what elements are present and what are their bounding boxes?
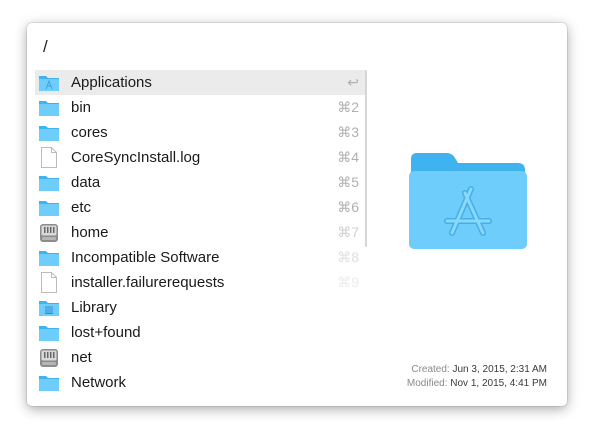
shortcut-label: ⌘3	[337, 124, 359, 140]
list-item-label: data	[71, 174, 101, 191]
network-drive-icon	[38, 222, 60, 244]
list-item-label: home	[71, 224, 109, 241]
list-item-label: lost+found	[71, 324, 141, 341]
list-item-lost-found[interactable]: lost+found	[35, 320, 365, 345]
results-list: Applications ↩ bin ⌘2 cores ⌘3 CoreSyncI…	[35, 70, 365, 395]
modified-row: Modified: Nov 1, 2015, 4:41 PM	[407, 377, 547, 391]
folder-icon	[38, 197, 60, 219]
list-item-etc[interactable]: etc ⌘6	[35, 195, 365, 220]
scrollbar[interactable]	[365, 70, 367, 247]
list-item-label: net	[71, 349, 92, 366]
list-item-home[interactable]: home ⌘7	[35, 220, 365, 245]
list-item-label: Network	[71, 374, 127, 391]
folder-icon	[38, 122, 60, 144]
search-query[interactable]: /	[43, 37, 48, 57]
list-item-label: bin	[71, 99, 92, 116]
shortcut-label: ⌘6	[337, 199, 359, 215]
list-item-net[interactable]: net	[35, 345, 365, 370]
shortcut-label: ⌘7	[337, 224, 359, 240]
preview-applications-folder-icon	[407, 151, 529, 251]
list-item-library[interactable]: Library	[35, 295, 365, 320]
created-row: Created: Jun 3, 2015, 2:31 AM	[407, 363, 547, 377]
shortcut-label: ⌘2	[337, 99, 359, 115]
return-key-shortcut: ↩	[347, 74, 359, 90]
folder-icon	[38, 172, 60, 194]
library-folder-icon	[38, 297, 60, 319]
list-item-cores[interactable]: cores ⌘3	[35, 120, 365, 145]
list-item-label: Applications	[71, 74, 152, 91]
document-icon	[38, 147, 60, 169]
folder-icon	[38, 97, 60, 119]
shortcut-label: ⌘4	[337, 149, 359, 165]
list-item-bin[interactable]: bin ⌘2	[35, 95, 365, 120]
modified-value: Nov 1, 2015, 4:41 PM	[450, 378, 547, 389]
created-value: Jun 3, 2015, 2:31 AM	[452, 364, 547, 375]
modified-label: Modified:	[406, 378, 448, 389]
network-drive-icon	[38, 347, 60, 369]
shortcut-label: ⌘5	[337, 174, 359, 190]
list-item-data[interactable]: data ⌘5	[35, 170, 365, 195]
list-item-label: CoreSyncInstall.log	[71, 149, 201, 166]
shortcut-label: ⌘9	[337, 274, 359, 290]
list-item-label: installer.failurerequests	[71, 274, 225, 291]
folder-icon	[38, 247, 60, 269]
list-item-installer-failurerequests[interactable]: installer.failurerequests ⌘9	[35, 270, 365, 295]
list-item-incompatible-software[interactable]: Incompatible Software ⌘8	[35, 245, 365, 270]
shortcut-label: ⌘8	[337, 249, 359, 265]
document-icon	[38, 272, 60, 294]
file-metadata: Created: Jun 3, 2015, 2:31 AM Modified: …	[407, 363, 547, 391]
list-item-label: Incompatible Software	[71, 249, 220, 266]
list-item-label: Library	[71, 299, 117, 316]
spotlight-window: / Applications ↩ bin ⌘2 cores ⌘3 CoreSyn…	[27, 23, 567, 406]
created-label: Created:	[411, 364, 450, 375]
list-item-network[interactable]: Network	[35, 370, 365, 395]
list-item-applications[interactable]: Applications ↩	[35, 70, 365, 95]
folder-icon	[38, 322, 60, 344]
list-item-coresyncinstall-log[interactable]: CoreSyncInstall.log ⌘4	[35, 145, 365, 170]
list-item-label: cores	[71, 124, 108, 141]
applications-folder-icon	[38, 72, 60, 94]
list-item-label: etc	[71, 199, 92, 216]
folder-icon	[38, 372, 60, 394]
